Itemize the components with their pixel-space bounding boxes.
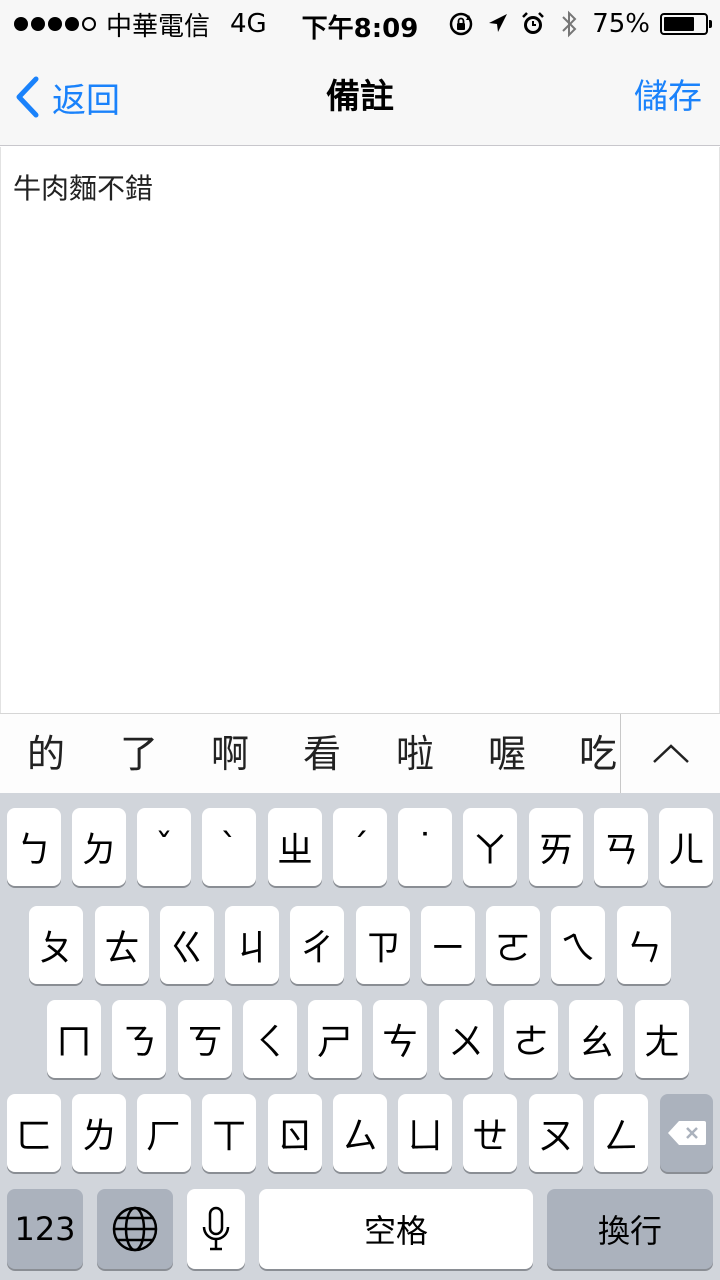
keyboard-key[interactable]: ㄧ [421,906,475,984]
note-text: 牛肉麵不錯 [13,172,154,205]
keyboard-key[interactable]: ㄥ [594,1094,648,1172]
keyboard-key[interactable]: ㄒ [202,1094,256,1172]
delete-icon [667,1120,707,1146]
keyboard-key[interactable]: ㄝ [463,1094,517,1172]
keyboard-key[interactable]: ㄌ [72,1094,126,1172]
suggestion-item[interactable]: 的 [14,714,78,794]
keyboard-key[interactable]: ㄅ [7,808,61,886]
keyboard-key[interactable]: ˋ [202,808,256,886]
keyboard-key[interactable]: ㄈ [7,1094,61,1172]
microphone-key[interactable] [187,1189,245,1269]
alarm-icon [520,9,546,39]
expand-suggestions-button[interactable] [621,714,720,794]
keyboard-key[interactable]: ㄆ [29,906,83,984]
keyboard-key[interactable]: ㄔ [290,906,344,984]
keyboard-key[interactable]: ㄨ [439,1000,493,1078]
keyboard-key[interactable]: ㄢ [594,808,648,886]
keyboard-key[interactable]: ˇ [137,808,191,886]
keyboard-key[interactable]: ㄎ [178,1000,232,1078]
battery-level [664,17,694,31]
keyboard-key[interactable]: ㄉ [72,808,126,886]
keyboard-key[interactable]: ㄤ [635,1000,689,1078]
globe-icon [111,1205,159,1253]
location-arrow-icon [484,9,510,39]
chevron-up-icon [651,742,691,766]
space-key[interactable]: 空格 [259,1189,533,1269]
keyboard-key[interactable]: ㄋ [112,1000,166,1078]
keyboard-key[interactable]: ㄘ [373,1000,427,1078]
delete-key[interactable] [660,1094,713,1172]
keyboard-key[interactable]: ㄕ [308,1000,362,1078]
status-right: 75% [448,8,712,40]
globe-key[interactable] [97,1189,173,1269]
keyboard-key[interactable]: ㄊ [95,906,149,984]
save-button[interactable]: 儲存 [634,72,702,122]
battery-percent: 75% [592,9,650,39]
keyboard-key[interactable]: ㄇ [47,1000,101,1078]
keyboard-key[interactable]: ㄍ [160,906,214,984]
return-key[interactable]: 換行 [547,1189,713,1269]
suggestion-bar: 的了啊看啦喔吃 [0,713,720,794]
keyboard-key[interactable]: ㄡ [529,1094,583,1172]
keyboard: 123 空格 換行 ㄅㄉ ˇ ˋ ㄓ ˊ ˙ ㄚㄞㄢㄦㄆㄊㄍㄐㄔㄗㄧㄛㄟㄣㄇㄋㄎㄑㄕㄘㄨㄜㄠ… [0,793,720,1280]
numbers-key[interactable]: 123 [7,1189,83,1269]
status-bar: 中華電信 4G 下午8:09 75% [0,0,720,48]
keyboard-key[interactable]: ㄗ [356,906,410,984]
keyboard-key[interactable]: ㄦ [659,808,713,886]
keyboard-key[interactable]: ˙ [398,808,452,886]
keyboard-key[interactable]: ㄖ [268,1094,322,1172]
keyboard-key[interactable]: ㄠ [569,1000,623,1078]
microphone-icon [201,1205,231,1253]
keyboard-key[interactable]: ㄓ [268,808,322,886]
navigation-bar: 返回 備註 儲存 [0,48,720,146]
page-title: 備註 [326,77,394,117]
keyboard-key[interactable]: ㄐ [225,906,279,984]
suggestion-item[interactable]: 啊 [198,714,262,794]
keyboard-key[interactable]: ㄙ [333,1094,387,1172]
note-text-area[interactable]: 牛肉麵不錯 [0,147,720,713]
keyboard-key[interactable]: ㄛ [486,906,540,984]
battery-icon [660,13,712,35]
suggestion-item[interactable]: 啦 [383,714,447,794]
keyboard-key[interactable]: ㄑ [243,1000,297,1078]
rotation-lock-icon [448,9,474,39]
keyboard-key[interactable]: ㄏ [137,1094,191,1172]
suggestion-item[interactable]: 了 [107,714,171,794]
keyboard-key[interactable]: ㄞ [529,808,583,886]
suggestion-item[interactable]: 喔 [475,714,539,794]
suggestion-item[interactable]: 看 [290,714,354,794]
keyboard-key[interactable]: ㄜ [504,1000,558,1078]
keyboard-key[interactable]: ㄟ [551,906,605,984]
keyboard-key[interactable]: ㄚ [463,808,517,886]
keyboard-key[interactable]: ˊ [333,808,387,886]
bluetooth-icon [556,9,582,39]
keyboard-key[interactable]: ㄩ [398,1094,452,1172]
keyboard-key[interactable]: ㄣ [617,906,671,984]
suggestion-item[interactable]: 吃 [566,714,630,794]
